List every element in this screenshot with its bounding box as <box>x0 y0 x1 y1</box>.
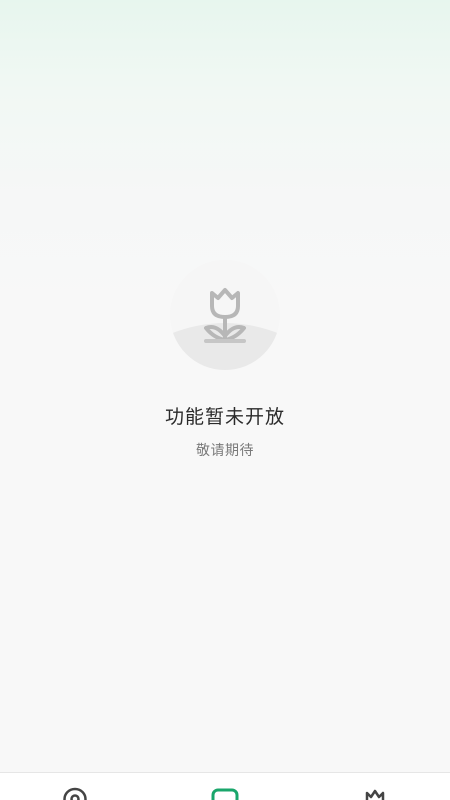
square-icon <box>211 788 239 800</box>
empty-illustration <box>170 260 280 370</box>
tab-location[interactable] <box>0 773 150 800</box>
empty-subtitle: 敬请期待 <box>196 443 254 459</box>
bottom-tab-bar <box>0 772 450 800</box>
location-pin-icon <box>63 787 87 800</box>
tab-tulip[interactable] <box>300 773 450 800</box>
empty-title: 功能暂未开放 <box>164 406 285 428</box>
empty-state: 功能暂未开放 敬请期待 <box>0 0 450 770</box>
tulip-icon <box>365 789 385 800</box>
tulip-icon <box>170 288 280 370</box>
tab-home[interactable] <box>150 773 300 800</box>
